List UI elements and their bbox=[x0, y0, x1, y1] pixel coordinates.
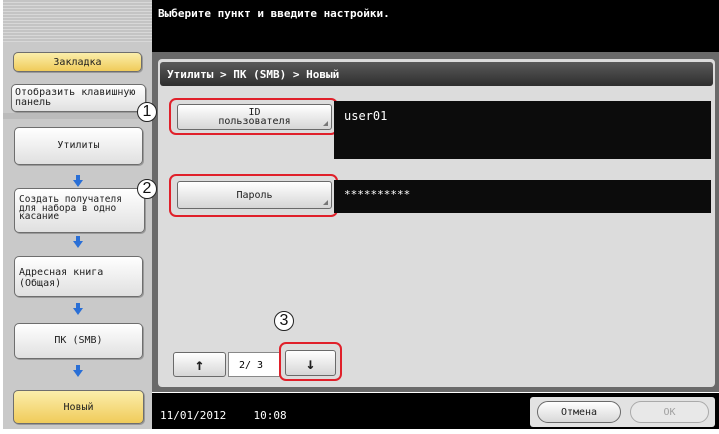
page-indicator: 2/ 3 bbox=[228, 352, 280, 377]
arrow-down-icon: ↓ bbox=[305, 353, 316, 373]
sidebar-item-create-recipient[interactable]: Создать получателя для набора в одно кас… bbox=[14, 188, 145, 233]
user-id-button[interactable]: ID пользователя bbox=[177, 104, 332, 130]
password-button[interactable]: Пароль bbox=[177, 181, 332, 209]
sidebar-divider bbox=[3, 113, 152, 119]
sidebar-item-label: ПК (SMB) bbox=[54, 335, 103, 346]
cancel-button[interactable]: Отмена bbox=[537, 401, 621, 423]
left-panel-header bbox=[3, 0, 152, 42]
path-arrow-down-icon bbox=[73, 303, 83, 315]
user-id-button-label: ID пользователя bbox=[218, 107, 291, 127]
path-arrow-down-icon bbox=[73, 175, 83, 187]
time-text: 10:08 bbox=[253, 409, 287, 422]
path-arrow-down-icon bbox=[73, 365, 83, 377]
show-keypad-button-label: Отобразить клавишную панель bbox=[15, 87, 136, 108]
callout-3: 3 bbox=[274, 311, 294, 331]
sidebar-item-new[interactable]: Новый bbox=[13, 390, 144, 424]
breadcrumb: Утилиты > ПК (SMB) > Новый bbox=[167, 68, 340, 81]
path-arrow-down-icon bbox=[73, 236, 83, 248]
password-button-label: Пароль bbox=[236, 189, 273, 201]
show-keypad-button[interactable]: Отобразить клавишную панель bbox=[11, 84, 146, 112]
corner-mark-icon bbox=[323, 121, 328, 126]
sidebar-item-address-book[interactable]: Адресная книга (Общая) bbox=[14, 256, 143, 297]
ok-button[interactable]: OK bbox=[630, 401, 709, 423]
callout-1: 1 bbox=[137, 102, 157, 122]
sidebar-item-label: Адресная книга (Общая) bbox=[19, 267, 104, 289]
page-up-button[interactable]: ↑ bbox=[173, 352, 226, 377]
page-down-button[interactable]: ↓ bbox=[285, 350, 336, 376]
sidebar-item-utilities[interactable]: Утилиты bbox=[14, 127, 143, 165]
password-field[interactable]: ********** bbox=[334, 180, 711, 213]
bookmark-button-label: Закладка bbox=[53, 56, 102, 68]
sidebar-item-pc-smb[interactable]: ПК (SMB) bbox=[14, 323, 143, 359]
arrow-up-icon: ↑ bbox=[194, 355, 205, 374]
corner-mark-icon bbox=[323, 200, 328, 205]
date-text: 11/01/2012 bbox=[160, 409, 227, 422]
instruction-text: Выберите пункт и введите настройки. bbox=[158, 7, 390, 20]
bookmark-button[interactable]: Закладка bbox=[13, 52, 142, 72]
sidebar-item-label: Создать получателя для набора в одно кас… bbox=[19, 194, 122, 222]
sidebar-item-label: Утилиты bbox=[57, 140, 100, 151]
sidebar-item-label: Новый bbox=[63, 401, 94, 413]
callout-2: 2 bbox=[137, 179, 157, 199]
user-id-field[interactable]: user01 bbox=[334, 101, 711, 159]
datetime: 11/01/2012 10:08 bbox=[160, 409, 287, 422]
